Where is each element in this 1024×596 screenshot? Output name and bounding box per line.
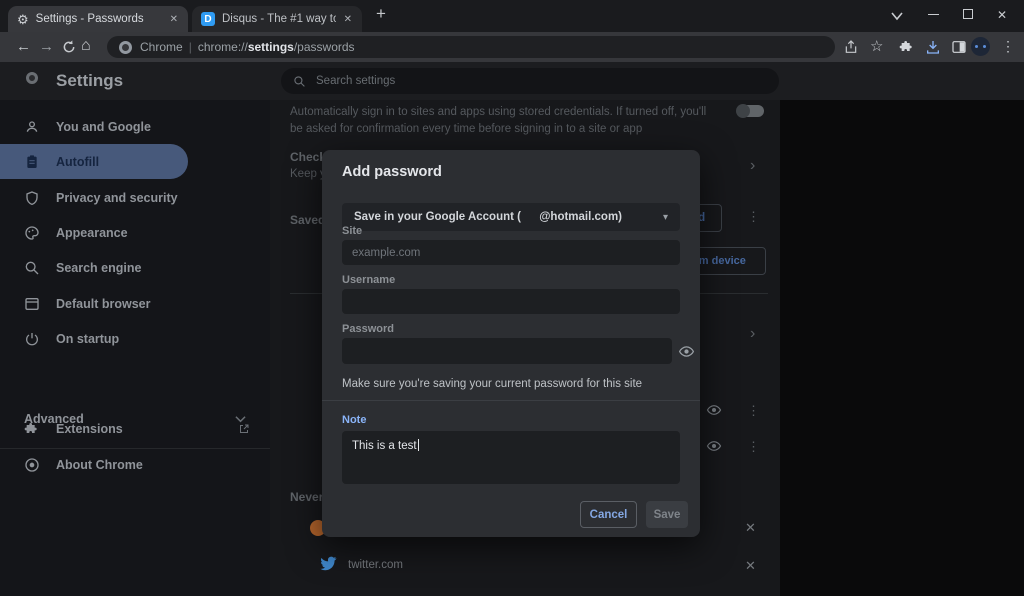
more-options-icon[interactable]: ⋮ bbox=[747, 209, 760, 225]
note-text: This is a test bbox=[352, 440, 417, 452]
avatar[interactable] bbox=[971, 37, 990, 56]
cancel-button[interactable]: Cancel bbox=[580, 501, 637, 528]
twitter-icon bbox=[320, 556, 337, 571]
new-tab-button[interactable]: + bbox=[376, 4, 386, 24]
close-icon[interactable]: ✕ bbox=[343, 14, 353, 25]
star-icon[interactable]: ☆ bbox=[870, 37, 883, 55]
site-input[interactable] bbox=[342, 240, 680, 265]
close-icon[interactable]: ✕ bbox=[169, 14, 179, 25]
settings-page: Settings Search settings You and Google bbox=[0, 62, 1024, 596]
password-input[interactable] bbox=[342, 338, 672, 364]
eye-icon[interactable] bbox=[706, 402, 722, 418]
search-placeholder: Search settings bbox=[316, 75, 395, 87]
more-options-icon[interactable]: ⋮ bbox=[747, 439, 760, 455]
dialog-divider bbox=[322, 400, 700, 401]
note-textarea[interactable]: This is a test bbox=[342, 431, 680, 484]
chevron-right-icon[interactable]: › bbox=[750, 326, 755, 342]
sidebar-item-appearance[interactable]: Appearance bbox=[0, 215, 270, 250]
person-icon bbox=[24, 119, 40, 135]
sidebar-item-default-browser[interactable]: Default browser bbox=[0, 286, 270, 321]
home-icon[interactable]: ⌂ bbox=[81, 38, 91, 54]
auto-signin-toggle[interactable] bbox=[738, 105, 764, 117]
maximize-icon[interactable] bbox=[963, 9, 973, 19]
tab-disqus[interactable]: D Disqus - The #1 way to build an a ✕ bbox=[192, 6, 362, 32]
side-panel-icon[interactable] bbox=[951, 39, 967, 55]
forward-icon[interactable]: → bbox=[39, 39, 54, 54]
username-label: Username bbox=[342, 274, 395, 286]
tab-settings[interactable]: ⚙ Settings - Passwords ✕ bbox=[8, 6, 188, 32]
tab-title: Settings - Passwords bbox=[36, 13, 162, 25]
note-label: Note bbox=[342, 414, 366, 426]
browser-window: ⚙ Settings - Passwords ✕ D Disqus - The … bbox=[0, 0, 1024, 596]
dialog-title: Add password bbox=[342, 164, 442, 180]
chrome-icon bbox=[24, 457, 40, 473]
eye-icon[interactable] bbox=[706, 438, 722, 454]
page-title: Settings bbox=[56, 71, 123, 91]
chrome-page-icon bbox=[119, 41, 132, 54]
site-label: Site bbox=[342, 225, 362, 237]
appearance-icon bbox=[24, 225, 40, 241]
tab-strip: ⚙ Settings - Passwords ✕ D Disqus - The … bbox=[0, 0, 1024, 32]
sidebar-item-autofill[interactable]: Autofill bbox=[0, 144, 188, 179]
remove-icon[interactable]: ✕ bbox=[745, 520, 756, 536]
external-link-icon bbox=[238, 423, 250, 435]
tab-title: Disqus - The #1 way to build an a bbox=[222, 13, 336, 25]
reload-icon[interactable] bbox=[61, 39, 77, 55]
shield-icon bbox=[24, 190, 40, 206]
extensions-icon[interactable] bbox=[899, 39, 915, 55]
sidebar-item-search-engine[interactable]: Search engine bbox=[0, 250, 270, 285]
close-window-icon[interactable]: ✕ bbox=[997, 8, 1007, 22]
download-icon[interactable] bbox=[925, 39, 941, 55]
disqus-icon: D bbox=[201, 12, 215, 26]
more-options-icon[interactable]: ⋮ bbox=[747, 403, 760, 419]
dropdown-caret-icon: ▾ bbox=[663, 212, 668, 223]
search-icon bbox=[24, 260, 40, 276]
url-text: Chrome|chrome://settings/passwords bbox=[140, 40, 355, 54]
sidebar-item-about-chrome[interactable]: About Chrome bbox=[0, 447, 270, 482]
remove-icon[interactable]: ✕ bbox=[745, 558, 756, 574]
puzzle-icon bbox=[24, 421, 40, 437]
helper-text: Make sure you're saving your current pas… bbox=[342, 378, 642, 390]
auto-signin-description: Automatically sign in to sites and apps … bbox=[290, 104, 720, 138]
gear-icon: ⚙ bbox=[17, 13, 29, 26]
username-input[interactable] bbox=[342, 289, 680, 314]
minimize-icon[interactable] bbox=[928, 14, 939, 15]
sidebar-item-on-startup[interactable]: On startup bbox=[0, 321, 270, 356]
menu-icon[interactable]: ⋮ bbox=[1001, 38, 1015, 55]
address-bar[interactable]: Chrome|chrome://settings/passwords bbox=[107, 36, 835, 58]
search-input[interactable]: Search settings bbox=[281, 68, 779, 94]
browser-icon bbox=[24, 296, 40, 312]
settings-header: Settings Search settings bbox=[0, 62, 1024, 100]
sidebar-item-you-and-google[interactable]: You and Google bbox=[0, 109, 270, 144]
password-label: Password bbox=[342, 323, 394, 335]
chevron-down-icon[interactable] bbox=[890, 11, 904, 21]
show-password-eye-icon[interactable] bbox=[678, 343, 695, 360]
sidebar-item-extensions[interactable]: Extensions bbox=[0, 411, 270, 446]
back-icon[interactable]: ← bbox=[16, 39, 31, 54]
chevron-right-icon[interactable]: › bbox=[750, 158, 755, 174]
share-icon[interactable] bbox=[843, 39, 859, 55]
chrome-icon bbox=[26, 72, 38, 84]
save-button[interactable]: Save bbox=[646, 501, 688, 528]
power-icon bbox=[24, 331, 40, 347]
sidebar-item-privacy[interactable]: Privacy and security bbox=[0, 180, 270, 215]
sidebar: You and Google Autofill Privacy and secu… bbox=[0, 100, 270, 596]
search-icon bbox=[293, 75, 306, 88]
text-caret bbox=[418, 439, 419, 451]
account-select[interactable]: Save in your Google Account ( @hotmail.c… bbox=[342, 203, 680, 231]
autofill-icon bbox=[24, 154, 40, 170]
site-url: twitter.com bbox=[348, 559, 403, 571]
add-password-dialog: Add password Save in your Google Account… bbox=[322, 150, 700, 537]
browser-toolbar: ← → ⌂ Chrome|chrome://settings/passwords… bbox=[0, 32, 1024, 62]
